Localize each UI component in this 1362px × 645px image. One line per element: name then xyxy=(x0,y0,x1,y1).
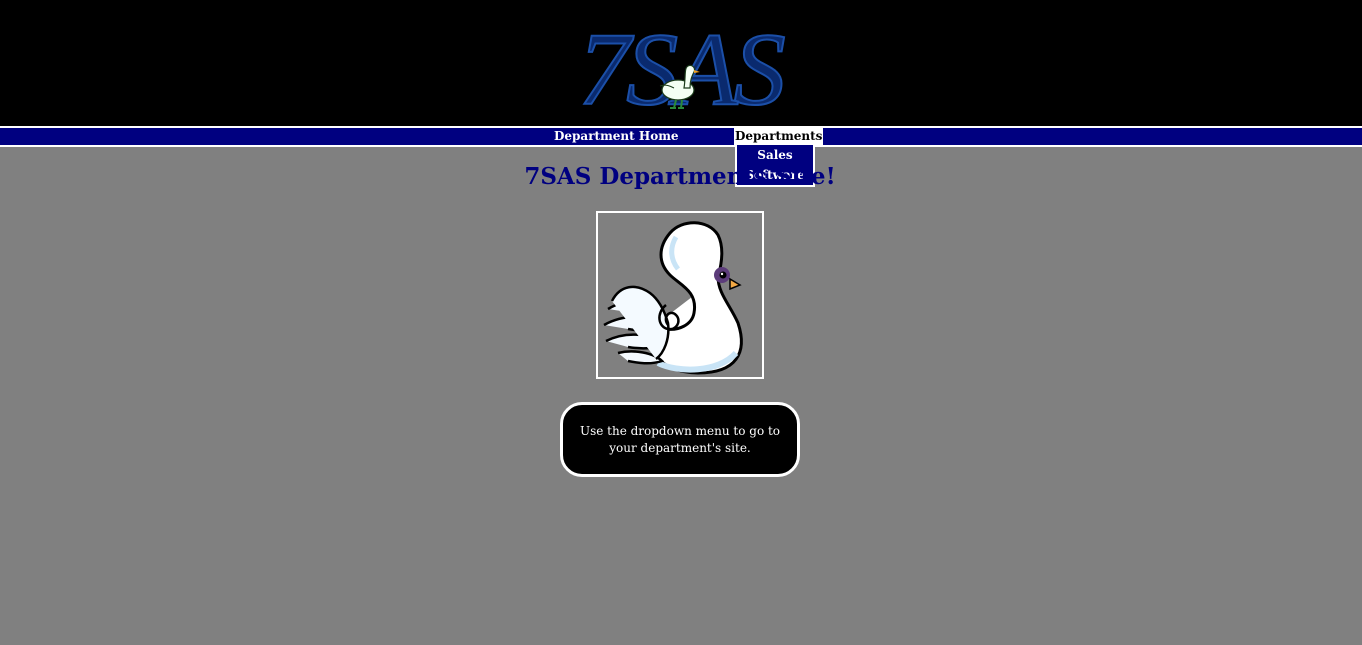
nav-departments[interactable]: Departments xyxy=(734,128,824,145)
site-header: 7SAS xyxy=(0,0,1362,126)
dropdown-item-sales[interactable]: Sales xyxy=(737,145,813,165)
page-title: 7SAS Departments Site! xyxy=(524,163,836,190)
nav-bar: Department Home Departments xyxy=(0,126,1362,147)
site-logo[interactable]: 7SAS xyxy=(572,8,788,116)
info-text: Use the dropdown menu to go to your depa… xyxy=(579,423,781,455)
info-box: Use the dropdown menu to go to your depa… xyxy=(560,402,800,477)
nav-department-home[interactable]: Department Home xyxy=(554,128,679,145)
swan-image xyxy=(603,221,743,375)
swan-image-frame xyxy=(596,211,764,379)
